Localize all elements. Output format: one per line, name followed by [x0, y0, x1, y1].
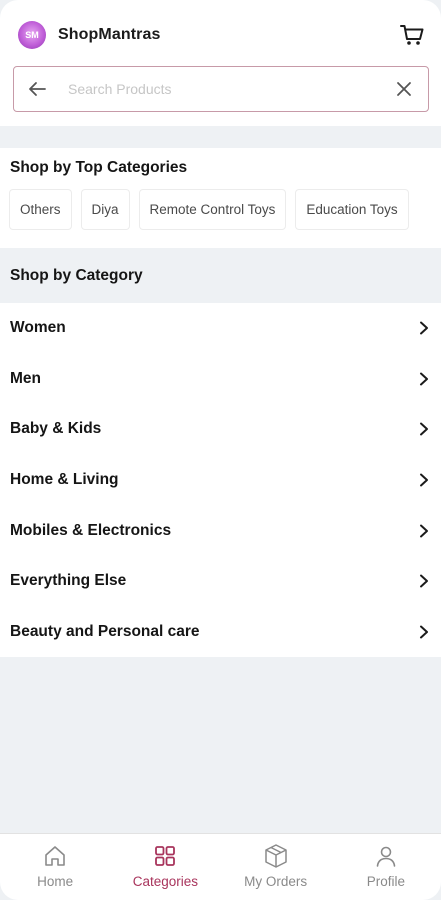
nav-label: My Orders — [244, 874, 308, 889]
chevron-right-icon — [417, 625, 431, 639]
chevron-right-icon — [417, 524, 431, 538]
app-logo: SM — [18, 21, 46, 49]
search-input[interactable] — [60, 69, 380, 109]
category-item-men[interactable]: Men — [0, 354, 441, 405]
close-icon — [397, 82, 411, 96]
category-item-mobiles-electronics[interactable]: Mobiles & Electronics — [0, 505, 441, 556]
category-item-home-living[interactable]: Home & Living — [0, 455, 441, 506]
category-item-everything-else[interactable]: Everything Else — [0, 556, 441, 607]
nav-label: Home — [37, 874, 74, 889]
chip-label: Remote Control Toys — [149, 202, 276, 217]
search-bar — [13, 66, 429, 112]
nav-label: Categories — [132, 874, 199, 889]
nav-my-orders[interactable]: My Orders — [221, 834, 331, 900]
category-item-women[interactable]: Women — [0, 303, 441, 354]
app-screen: SM ShopMantras Search Products Shop by T… — [0, 0, 441, 900]
grid-icon — [152, 843, 178, 869]
chip-label: Diya — [91, 202, 119, 217]
category-label: Baby & Kids — [10, 420, 102, 438]
category-label: Home & Living — [10, 471, 119, 489]
nav-label: Profile — [366, 874, 405, 889]
box-icon — [263, 843, 289, 869]
top-categories-chips: Others Diya Remote Control Toys Educatio… — [9, 189, 409, 230]
bottom-nav: Home Categories My Orders Profile — [0, 833, 441, 900]
top-categories-title: Shop by Top Categories — [10, 159, 188, 176]
category-section-title: Shop by Category — [10, 267, 143, 284]
nav-profile[interactable]: Profile — [331, 834, 441, 900]
chip-remote-control-toys[interactable]: Remote Control Toys — [138, 189, 287, 230]
chip-education-toys[interactable]: Education Toys — [295, 189, 409, 230]
chevron-right-icon — [417, 321, 431, 335]
chevron-right-icon — [417, 574, 431, 588]
header: SM ShopMantras — [0, 0, 441, 126]
category-label: Beauty and Personal care — [10, 622, 200, 640]
arrow-left-icon — [29, 82, 46, 96]
chevron-right-icon — [417, 473, 431, 487]
top-categories-section: Shop by Top Categories Others Diya Remot… — [0, 148, 441, 248]
category-item-baby-kids[interactable]: Baby & Kids — [0, 404, 441, 455]
clear-search-button[interactable] — [380, 67, 428, 111]
user-icon — [373, 843, 399, 869]
cart-button[interactable] — [399, 22, 425, 48]
chip-diya[interactable]: Diya — [80, 189, 130, 230]
category-label: Men — [10, 369, 41, 387]
logo-text: SM — [25, 30, 39, 40]
chip-others[interactable]: Others — [9, 189, 72, 230]
cart-icon — [400, 25, 424, 45]
category-label: Everything Else — [10, 572, 127, 590]
brand[interactable]: SM ShopMantras — [18, 20, 160, 50]
nav-home[interactable]: Home — [0, 834, 110, 900]
chip-label: Education Toys — [306, 202, 398, 217]
nav-categories[interactable]: Categories — [110, 834, 220, 900]
category-list: Women Men Baby & Kids Home & Living Mobi… — [0, 303, 441, 657]
chevron-right-icon — [417, 372, 431, 386]
chevron-right-icon — [417, 422, 431, 436]
category-item-beauty-personal-care[interactable]: Beauty and Personal care — [0, 607, 441, 658]
category-label: Women — [10, 319, 66, 337]
chip-label: Others — [20, 202, 61, 217]
category-section-header: Shop by Category — [0, 248, 441, 303]
back-button[interactable] — [14, 67, 60, 111]
app-name: ShopMantras — [58, 26, 161, 43]
category-label: Mobiles & Electronics — [10, 521, 172, 539]
home-icon — [42, 843, 68, 869]
